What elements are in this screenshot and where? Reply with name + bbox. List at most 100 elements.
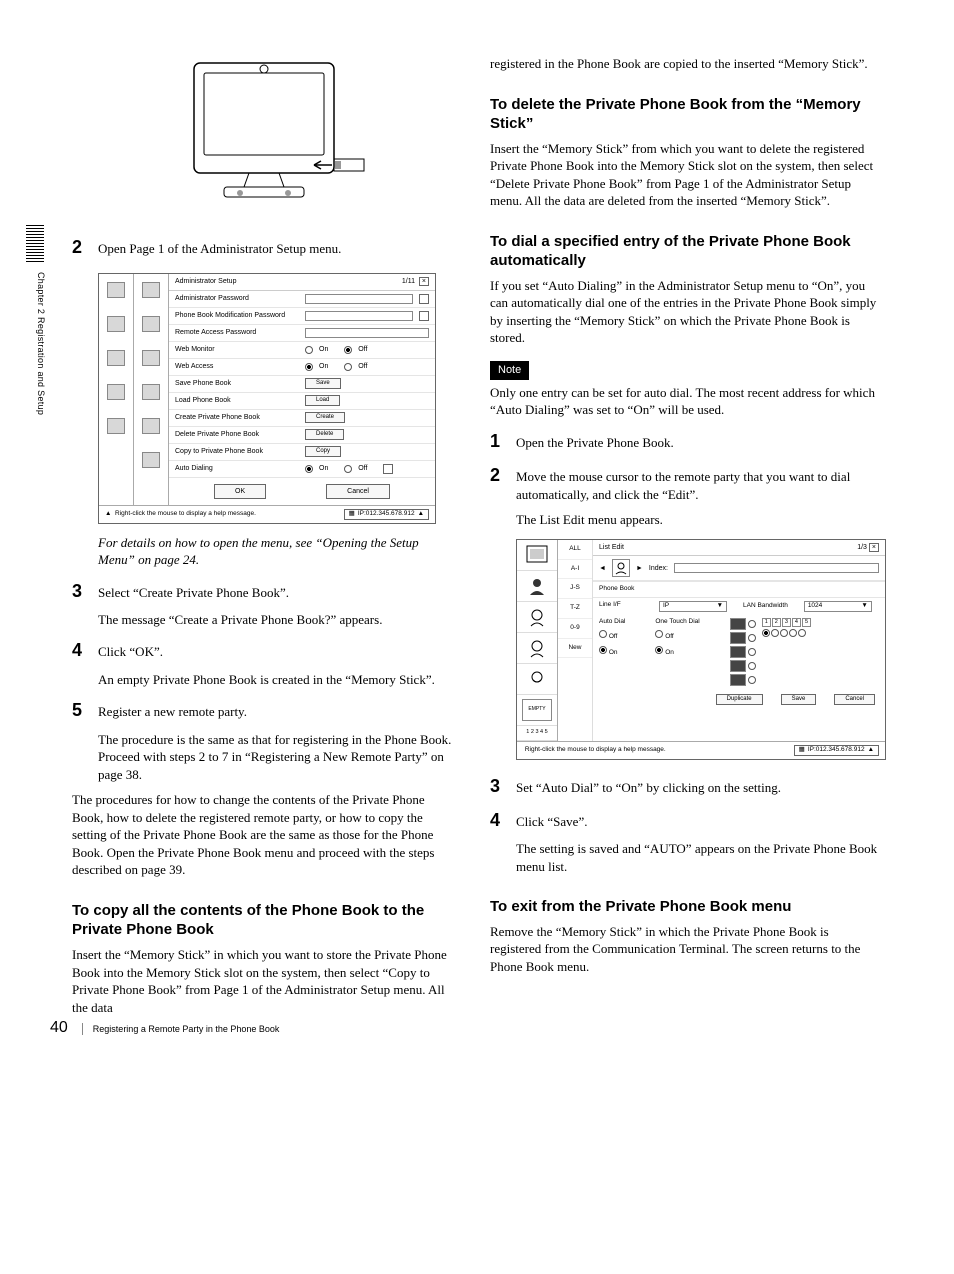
tab-tz[interactable]: T-Z <box>558 599 592 619</box>
create-button[interactable]: Create <box>305 412 345 423</box>
autodial-off-radio[interactable] <box>344 465 352 473</box>
step-number: 3 <box>490 774 516 798</box>
right-column: registered in the Phone Book are copied … <box>490 55 882 1016</box>
close-icon[interactable]: × <box>869 543 879 552</box>
note-body: Only one entry can be set for auto dial.… <box>490 384 882 419</box>
body-paragraph: registered in the Phone Book are copied … <box>490 55 882 73</box>
body-paragraph: Insert the “Memory Stick” from which you… <box>490 140 882 210</box>
admin-side-icons <box>99 274 134 504</box>
body-paragraph: If you set “Auto Dialing” in the Adminis… <box>490 277 882 347</box>
help-text: Right-click the mouse to display a help … <box>525 746 666 753</box>
thumb-slot <box>517 633 557 664</box>
onetouch-on-radio[interactable] <box>655 646 663 654</box>
cross-ref-note: For details on how to open the menu, see… <box>98 534 456 569</box>
side-icon <box>107 282 125 298</box>
cancel-button[interactable]: Cancel <box>326 484 390 499</box>
row-label: Remote Access Password <box>175 328 305 337</box>
step-text: Set “Auto Dial” to “On” by clicking on t… <box>516 779 882 797</box>
tab-all[interactable]: ALL <box>558 540 592 560</box>
webmon-off-radio[interactable] <box>344 346 352 354</box>
list-edit-figure: EMPTY 1 2 3 4 5 ALL A-I J-S T-Z 0-9 New … <box>516 539 886 760</box>
admin-setup-figure: Administrator Setup 1/11 × Administrator… <box>98 273 436 523</box>
side-icon <box>142 384 160 400</box>
save-button[interactable]: Save <box>781 694 817 705</box>
side-icon <box>142 418 160 434</box>
autodial-off-radio[interactable] <box>599 630 607 638</box>
delete-button[interactable]: Delete <box>305 429 344 440</box>
duplicate-button[interactable]: Duplicate <box>716 694 763 705</box>
close-icon[interactable]: × <box>419 277 429 286</box>
page-footer: 40 Registering a Remote Party in the Pho… <box>50 1017 279 1039</box>
tab-ai[interactable]: A-I <box>558 560 592 580</box>
preset-thumbs <box>730 618 756 686</box>
left-column: 2 Open Page 1 of the Administrator Setup… <box>72 55 456 1016</box>
webmon-on-radio[interactable] <box>305 346 313 354</box>
step-sub: The procedure is the same as that for re… <box>98 731 456 784</box>
subheading: To delete the Private Phone Book from th… <box>490 95 882 134</box>
pb-password-input[interactable] <box>305 311 413 321</box>
step-text: Open the Private Phone Book. <box>516 434 882 452</box>
row-label: Web Monitor <box>175 345 305 354</box>
thumb-slot <box>517 571 557 602</box>
row-label: Web Access <box>175 362 305 371</box>
onetouch-label: One Touch Dial <box>655 618 699 627</box>
row-label: Copy to Private Phone Book <box>175 447 305 456</box>
thumb-slot <box>517 602 557 633</box>
onetouch-off-radio[interactable] <box>655 630 663 638</box>
subheading: To exit from the Private Phone Book menu <box>490 897 882 917</box>
step-text: Select “Create Private Phone Book”. <box>98 584 456 602</box>
line-dropdown[interactable]: IP▼ <box>659 601 727 612</box>
empty-slot: EMPTY <box>517 695 557 726</box>
pager: 1 2 3 4 5 <box>517 726 557 741</box>
ok-button[interactable]: OK <box>214 484 266 499</box>
step-number: 2 <box>490 463 516 487</box>
cancel-button[interactable]: Cancel <box>834 694 875 705</box>
body-paragraph: The procedures for how to change the con… <box>72 791 456 879</box>
avatar-icon <box>612 559 630 577</box>
next-icon[interactable]: ► <box>636 564 643 573</box>
index-label: Index: <box>649 564 668 573</box>
step-number: 4 <box>490 808 516 832</box>
side-icon <box>142 350 160 366</box>
tab-new[interactable]: New <box>558 639 592 659</box>
webacc-on-radio[interactable] <box>305 363 313 371</box>
step-number: 4 <box>72 638 98 662</box>
tab-09[interactable]: 0-9 <box>558 619 592 639</box>
load-button[interactable]: Load <box>305 395 340 406</box>
subheading: To dial a specified entry of the Private… <box>490 232 882 271</box>
side-icon <box>142 452 160 468</box>
webacc-off-radio[interactable] <box>344 363 352 371</box>
step-number: 2 <box>72 235 98 259</box>
body-paragraph: Remove the “Memory Stick” in which the P… <box>490 923 882 976</box>
footer-title: Registering a Remote Party in the Phone … <box>82 1023 280 1035</box>
tab-column: ALL A-I J-S T-Z 0-9 New <box>558 540 593 741</box>
autodial-on-radio[interactable] <box>599 646 607 654</box>
line-label: Line I/F <box>599 601 653 612</box>
step-text: Open Page 1 of the Administrator Setup m… <box>98 240 456 258</box>
tab-js[interactable]: J-S <box>558 579 592 599</box>
network-icon: ▦ <box>349 510 355 519</box>
step-sub: The message “Create a Private Phone Book… <box>98 611 456 629</box>
step-text: Move the mouse cursor to the remote part… <box>516 468 882 503</box>
side-icon <box>107 316 125 332</box>
ip-label: IP:012.345.678.912 <box>358 510 415 519</box>
step-number: 3 <box>72 579 98 603</box>
lan-dropdown[interactable]: 1024▼ <box>804 601 872 612</box>
copy-button[interactable]: Copy <box>305 446 341 457</box>
prev-icon[interactable]: ◄ <box>599 564 606 573</box>
index-input[interactable] <box>674 563 879 573</box>
step-sub: The List Edit menu appears. <box>516 511 882 529</box>
row-label: Save Phone Book <box>175 379 305 388</box>
row-label: Administrator Password <box>175 294 305 303</box>
side-icon <box>142 316 160 332</box>
admin-password-input[interactable] <box>305 294 413 304</box>
chapter-label: Chapter 2 Registration and Setup <box>35 272 47 415</box>
save-button[interactable]: Save <box>305 378 341 389</box>
step-sub: The setting is saved and “AUTO” appears … <box>516 840 882 875</box>
remote-password-input[interactable] <box>305 328 429 338</box>
thumb-slot <box>517 664 557 695</box>
step-sub: An empty Private Phone Book is created i… <box>98 671 456 689</box>
ip-label: IP:012.345.678.912 <box>808 746 865 755</box>
step-text: Register a new remote party. <box>98 703 456 721</box>
autodial-on-radio[interactable] <box>305 465 313 473</box>
